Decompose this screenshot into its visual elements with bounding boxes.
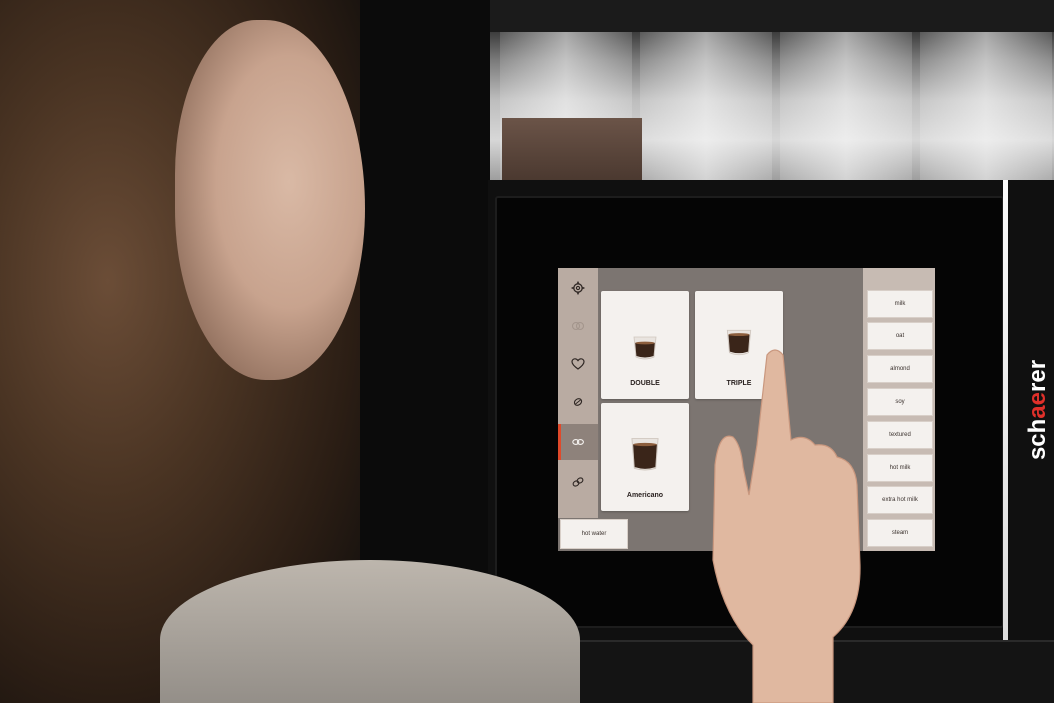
sidebar-item-coffee-active[interactable]	[558, 424, 598, 460]
hot-water-button[interactable]: hot water	[560, 519, 628, 549]
milk-option-steam[interactable]: steam	[867, 519, 933, 547]
milk-option-almond[interactable]: almond	[867, 355, 933, 383]
gear-icon	[571, 281, 585, 295]
brand-logo: schaerer	[1020, 340, 1054, 480]
hand	[712, 349, 861, 703]
sidebar-item-settings[interactable]	[558, 270, 598, 306]
milk-option-oat[interactable]: oat	[867, 322, 933, 350]
coffee-beans-icon	[572, 439, 584, 445]
coffee-glass-icon	[631, 438, 659, 471]
brand-part-accent: ae	[1024, 391, 1051, 419]
brand-part: sch	[1024, 418, 1051, 461]
milk-option-extra-hot-milk[interactable]: extra hot milk	[867, 486, 933, 514]
milk-option-soy[interactable]: soy	[867, 388, 933, 416]
sidebar-item-favorites[interactable]	[558, 346, 598, 382]
drink-tile-label: DOUBLE	[630, 380, 660, 387]
drink-tile-americano[interactable]: Americano	[601, 403, 689, 511]
brand-wordmark: schaerer	[1024, 340, 1052, 480]
side-light-strip	[1003, 180, 1008, 640]
heart-icon	[571, 358, 585, 370]
sidebar-nav	[558, 268, 598, 518]
brand-part: rer	[1024, 359, 1051, 392]
drink-tile-label: Americano	[626, 492, 664, 499]
bean-icon	[573, 398, 583, 406]
coffee-grounds	[502, 118, 642, 182]
hopper-cap	[490, 0, 1054, 32]
sidebar-item-bean[interactable]	[558, 384, 598, 420]
milk-options-panel: milk oat almond soy textured hot milk ex…	[863, 268, 935, 551]
sidebar-item-multi-bean[interactable]	[558, 464, 598, 500]
hopper-glass	[920, 32, 1052, 182]
espresso-cup-icon	[633, 336, 657, 360]
milk-option-hot-milk[interactable]: hot milk	[867, 454, 933, 482]
double-beans-icon	[572, 477, 584, 487]
hopper-glass	[780, 32, 912, 182]
photo-scene: DOUBLE TRIPLE Americano milk oat almond …	[0, 0, 1054, 703]
sidebar-item-drinks[interactable]	[558, 308, 598, 344]
hopper-glass	[640, 32, 772, 182]
drinks-icon	[571, 321, 585, 331]
milk-option-textured[interactable]: textured	[867, 421, 933, 449]
drink-tile-double[interactable]: DOUBLE	[601, 291, 689, 399]
milk-option-milk[interactable]: milk	[867, 290, 933, 318]
